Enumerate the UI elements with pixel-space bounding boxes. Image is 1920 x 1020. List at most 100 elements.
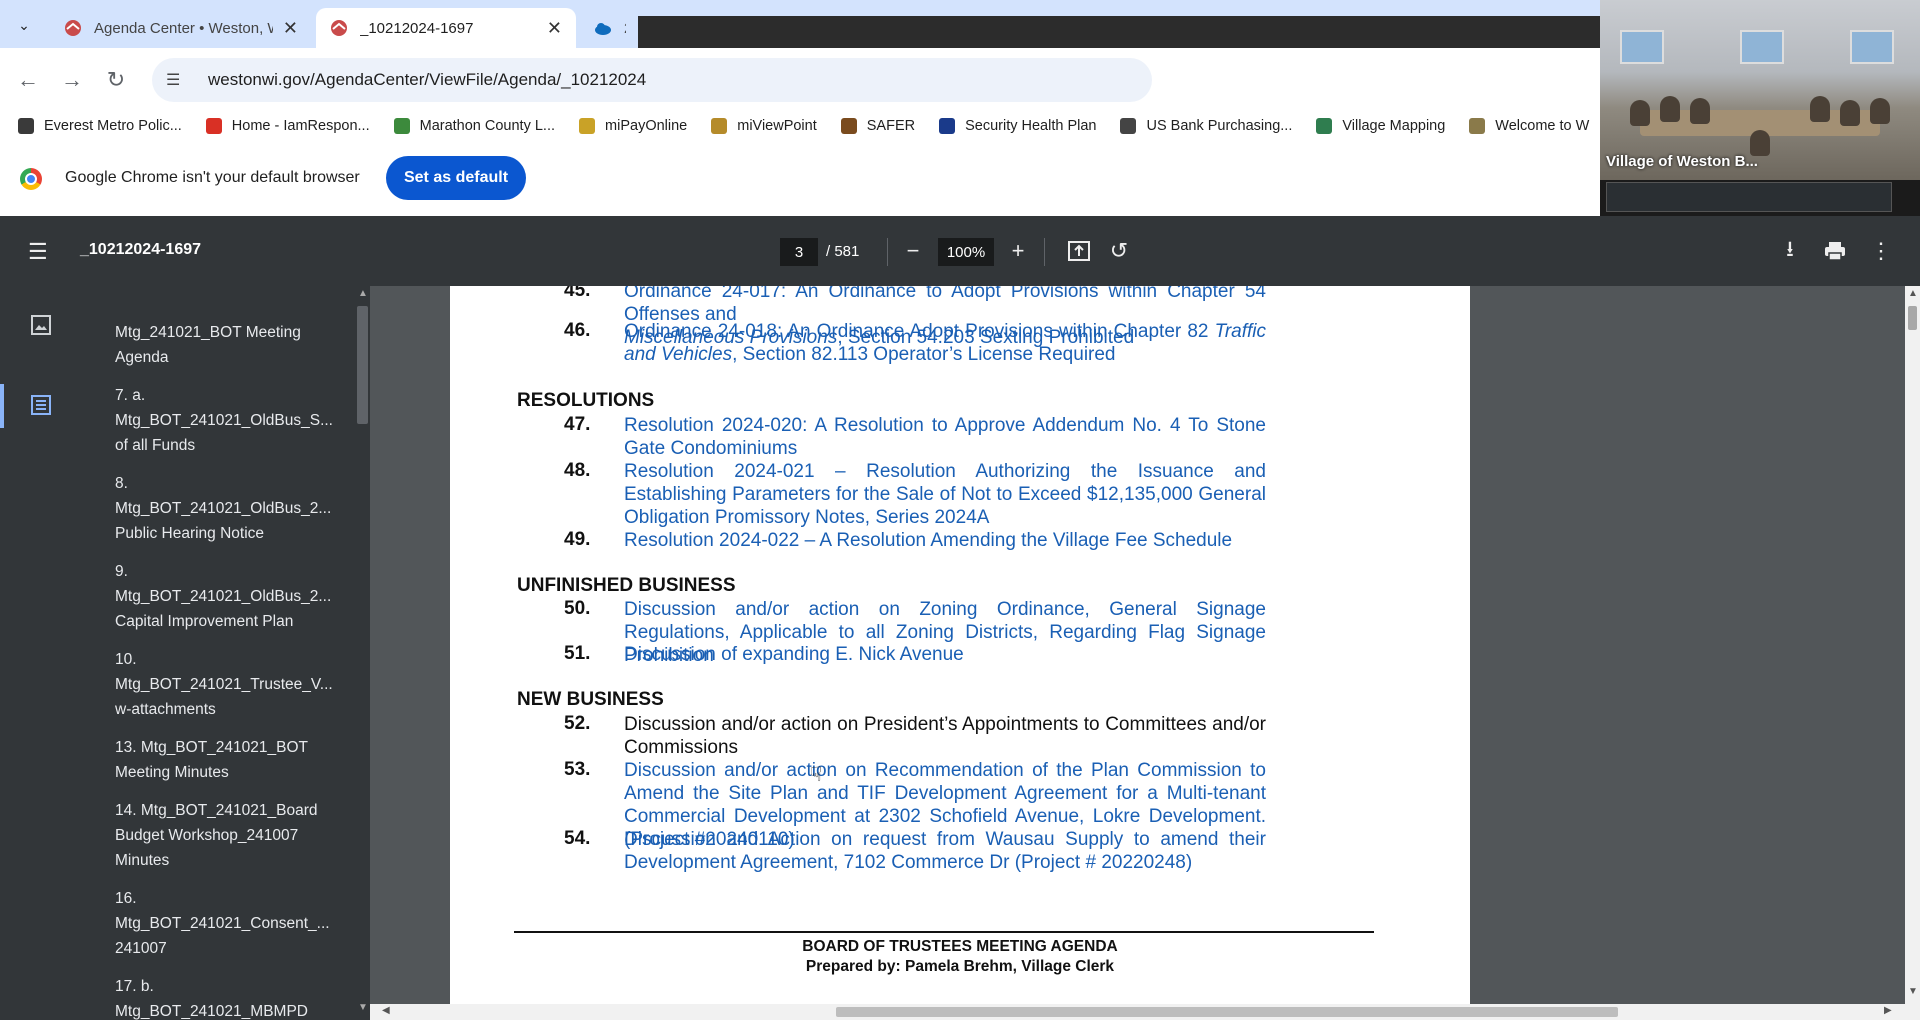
- tab-search-chevron-down-icon[interactable]: ⌄: [10, 12, 38, 38]
- weston-favicon-icon: [65, 20, 81, 36]
- address-bar[interactable]: ☰ westonwi.gov/AgendaCenter/ViewFile/Age…: [152, 58, 1152, 102]
- pdf-viewer[interactable]: 45. Ordinance 24-017: An Ordinance to Ad…: [370, 286, 1905, 1004]
- item-number: 49.: [564, 529, 591, 550]
- zoom-in-icon[interactable]: +: [1003, 236, 1033, 266]
- video-thumbnail[interactable]: Village of Weston B...: [1600, 0, 1920, 216]
- agenda-item-51[interactable]: Discussion of expanding E. Nick Avenue: [624, 643, 1266, 666]
- section-heading-resolutions: RESOLUTIONS: [517, 390, 655, 411]
- print-icon[interactable]: [1820, 236, 1850, 266]
- zoom-out-icon[interactable]: −: [898, 236, 928, 266]
- outline-item[interactable]: 8. Mtg_BOT_241021_OldBus_2... Public Hea…: [115, 471, 350, 546]
- zoom-level-input[interactable]: 100%: [938, 238, 994, 266]
- tab-title: _10212024-1697: [360, 19, 474, 37]
- section-heading-new-business: NEW BUSINESS: [517, 689, 664, 710]
- bookmark-item[interactable]: Marathon County L...: [393, 118, 556, 134]
- document-outline: Mtg_241021_BOT Meeting Agenda 7. a. Mtg_B…: [115, 320, 350, 1020]
- back-arrow-icon[interactable]: ←: [12, 64, 44, 96]
- url-text: westonwi.gov/AgendaCenter/ViewFile/Agend…: [208, 70, 647, 89]
- agenda-item-49[interactable]: Resolution 2024-022 – A Resolution Amend…: [624, 529, 1266, 552]
- outline-item[interactable]: Mtg_241021_BOT Meeting Agenda: [115, 320, 350, 370]
- tab-onedrive[interactable]: 20: [580, 8, 640, 48]
- close-tab-icon[interactable]: ✕: [273, 18, 298, 39]
- bookmark-label: miViewPoint: [737, 118, 817, 134]
- outline-list-icon[interactable]: [30, 394, 52, 416]
- outline-item[interactable]: 13. Mtg_BOT_241021_BOT Meeting Minutes: [115, 735, 350, 785]
- bookmark-item[interactable]: SAFER: [840, 118, 915, 134]
- forward-arrow-icon[interactable]: →: [56, 64, 88, 96]
- menu-icon[interactable]: ☰: [28, 239, 48, 265]
- bookmark-item[interactable]: Everest Metro Polic...: [18, 118, 182, 134]
- set-as-default-button[interactable]: Set as default: [386, 156, 526, 200]
- bookmark-favicon-icon: [205, 118, 222, 134]
- bookmark-favicon-icon: [1469, 118, 1486, 134]
- weston-favicon-icon: [331, 20, 347, 36]
- tab-agenda-center[interactable]: Agenda Center • Weston, W ✕: [50, 8, 312, 48]
- cloud-icon: [595, 23, 611, 35]
- bookmark-item[interactable]: Village Mapping: [1316, 118, 1445, 134]
- outline-item[interactable]: 14. Mtg_BOT_241021_Board Budget Workshop…: [115, 798, 350, 873]
- thumbnails-image-icon[interactable]: [30, 314, 52, 336]
- sidebar-scrollbar[interactable]: ▲ ▼: [355, 286, 370, 1020]
- item-number: 48.: [564, 460, 591, 481]
- item-text: Ordinance 24-018: An Ordinance Adopt Pro…: [624, 321, 1215, 342]
- bookmark-item[interactable]: miViewPoint: [711, 118, 817, 134]
- bookmark-label: Marathon County L...: [419, 118, 556, 134]
- reload-icon[interactable]: ↻: [100, 64, 132, 96]
- close-tab-icon[interactable]: ✕: [537, 18, 562, 39]
- viewer-vertical-scrollbar[interactable]: ▲ ▼: [1905, 286, 1920, 1004]
- outline-item[interactable]: 10. Mtg_BOT_241021_Trustee_V... w-attach…: [115, 647, 350, 722]
- item-number: 54.: [564, 828, 591, 849]
- infobar-message: Google Chrome isn't your default browser: [65, 169, 360, 186]
- footer-prepared-by: Prepared by: Pamela Brehm, Village Clerk: [805, 958, 1115, 975]
- item-number: 53.: [564, 759, 591, 780]
- agenda-item-48[interactable]: Resolution 2024-021 – Resolution Authori…: [624, 460, 1266, 529]
- bookmark-item[interactable]: Welcome to W: [1469, 118, 1589, 134]
- chrome-logo-icon: [20, 168, 42, 190]
- agenda-item-46[interactable]: Ordinance 24-018: An Ordinance Adopt Pro…: [624, 320, 1266, 366]
- item-number: 46.: [564, 320, 591, 341]
- site-info-icon[interactable]: ☰: [166, 70, 190, 90]
- video-label: Village of Weston B...: [1606, 153, 1758, 170]
- rotate-icon[interactable]: ↺: [1104, 236, 1134, 266]
- bookmark-label: miPayOnline: [605, 118, 688, 134]
- bookmark-label: Security Health Plan: [965, 118, 1097, 134]
- more-options-icon[interactable]: ⋮: [1866, 236, 1896, 266]
- pdf-page: 45. Ordinance 24-017: An Ordinance to Ad…: [450, 286, 1470, 1004]
- bookmark-item[interactable]: Home - IamRespon...: [205, 118, 370, 134]
- outline-item[interactable]: 17. b. Mtg_BOT_241021_MBMPD: [115, 974, 350, 1020]
- bookmark-label: Welcome to W: [1495, 118, 1590, 134]
- outline-item[interactable]: 9. Mtg_BOT_241021_OldBus_2... Capital Im…: [115, 559, 350, 634]
- pdf-toolbar: ☰ _10212024-1697 3 / 581 − 100% + ↺ ⭳ ⋮: [0, 216, 1920, 286]
- outline-item[interactable]: 7. a. Mtg_BOT_241021_OldBus_S... of all …: [115, 383, 350, 458]
- item-text: , Section 82.113 Operator’s License Requ…: [732, 344, 1116, 365]
- bookmark-label: Village Mapping: [1342, 118, 1446, 134]
- bookmark-favicon-icon: [393, 118, 410, 134]
- bookmark-label: Everest Metro Polic...: [44, 118, 182, 134]
- bookmark-favicon-icon: [939, 118, 956, 134]
- footer-title: BOARD OF TRUSTEES MEETING AGENDA: [802, 938, 1118, 955]
- bookmark-favicon-icon: [1120, 118, 1137, 134]
- outline-item[interactable]: 16. Mtg_BOT_241021_Consent_... 241007: [115, 886, 350, 961]
- section-heading-unfinished: UNFINISHED BUSINESS: [517, 575, 736, 596]
- item-number: 47.: [564, 414, 591, 435]
- download-icon[interactable]: ⭳: [1775, 236, 1805, 266]
- mouse-cursor-icon: ☟: [810, 764, 823, 786]
- item-number: 51.: [564, 643, 591, 664]
- item-number: 50.: [564, 598, 591, 619]
- tab-title: 20: [624, 20, 626, 37]
- bookmark-item[interactable]: US Bank Purchasing...: [1120, 118, 1292, 134]
- agenda-item-47[interactable]: Resolution 2024-020: A Resolution to App…: [624, 414, 1266, 460]
- bookmark-item[interactable]: Security Health Plan: [939, 118, 1096, 134]
- page-number-input[interactable]: 3: [780, 238, 818, 266]
- viewer-horizontal-scrollbar[interactable]: ◀ ▶: [370, 1004, 1920, 1020]
- bookmark-favicon-icon: [579, 118, 596, 134]
- fit-page-icon[interactable]: [1064, 236, 1094, 266]
- tab-title: Agenda Center • Weston, W: [94, 19, 273, 37]
- bookmark-favicon-icon: [840, 118, 857, 134]
- tab-agenda-pdf[interactable]: _10212024-1697 ✕: [316, 8, 576, 48]
- agenda-item-54[interactable]: Discussion and Action on request from Wa…: [624, 828, 1266, 874]
- bookmark-favicon-icon: [18, 118, 34, 134]
- pdf-sidebar: Mtg_241021_BOT Meeting Agenda 7. a. Mtg_B…: [0, 286, 370, 1020]
- bookmark-item[interactable]: miPayOnline: [579, 118, 687, 134]
- bookmark-label: US Bank Purchasing...: [1146, 118, 1293, 134]
